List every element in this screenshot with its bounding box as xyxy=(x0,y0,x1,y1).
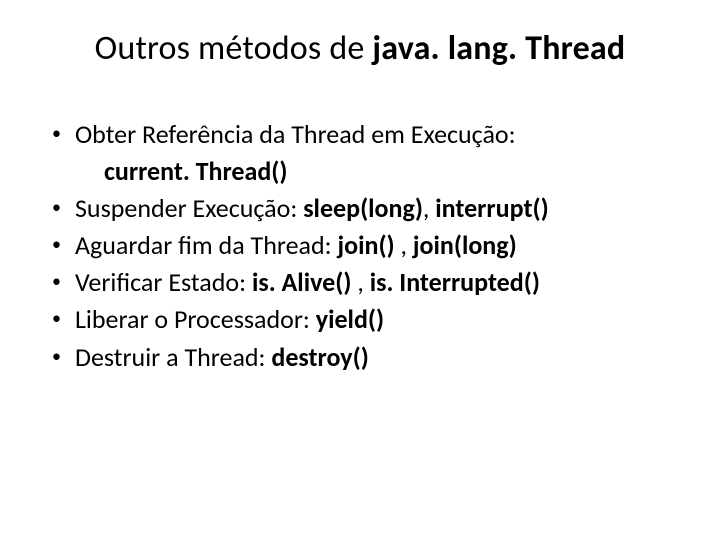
bullet-icon: • xyxy=(52,340,61,372)
slide-title: Outros métodos de java. lang. Thread xyxy=(40,28,680,69)
item-bold2: join(long) xyxy=(413,229,517,261)
item-text: Liberar o Processador: yield() xyxy=(75,302,384,337)
item-prefix: Destruir a Thread: xyxy=(75,341,271,373)
bullet-icon: • xyxy=(52,191,61,223)
item-prefix: Aguardar fim da Thread: xyxy=(75,229,338,261)
item-bold: join() xyxy=(337,229,394,261)
item-bold: is. Alive() xyxy=(252,266,351,298)
item-text: Aguardar fim da Thread: join() , join(lo… xyxy=(75,228,517,263)
bullet-icon: • xyxy=(52,265,61,297)
item-prefix: Verificar Estado: xyxy=(75,266,252,298)
item-bold: yield() xyxy=(316,303,384,335)
item-mid: , xyxy=(423,192,435,224)
item-bold: destroy() xyxy=(271,341,368,373)
item-text: Obter Referência da Thread em Execução: xyxy=(75,117,516,152)
list-item-sub: current. Thread() xyxy=(52,154,680,189)
item-prefix: Suspender Execução: xyxy=(75,192,303,224)
title-plain: Outros métodos de xyxy=(95,28,373,69)
item-bold: current. Thread() xyxy=(104,155,288,187)
item-bold2: is. Interrupted() xyxy=(370,266,540,298)
item-mid: , xyxy=(395,229,413,261)
list-item: • Obter Referência da Thread em Execução… xyxy=(52,117,680,152)
list-item: • Suspender Execução: sleep(long), inter… xyxy=(52,191,680,226)
bullet-icon: • xyxy=(52,117,61,149)
item-prefix: Liberar o Processador: xyxy=(75,303,316,335)
bullet-icon: • xyxy=(52,228,61,260)
title-bold: java. lang. Thread xyxy=(372,28,625,69)
item-mid: , xyxy=(351,266,369,298)
item-text: Destruir a Thread: destroy() xyxy=(75,340,369,375)
item-text: Suspender Execução: sleep(long), interru… xyxy=(75,191,549,226)
item-bold: sleep(long) xyxy=(303,192,423,224)
item-bold2: interrupt() xyxy=(435,192,548,224)
list-item: • Aguardar fim da Thread: join() , join(… xyxy=(52,228,680,263)
item-text: Verificar Estado: is. Alive() , is. Inte… xyxy=(75,265,540,300)
bullet-icon: • xyxy=(52,302,61,334)
list-item: • Verificar Estado: is. Alive() , is. In… xyxy=(52,265,680,300)
list-item: • Destruir a Thread: destroy() xyxy=(52,340,680,375)
bullet-list: • Obter Referência da Thread em Execução… xyxy=(40,117,680,375)
list-item: • Liberar o Processador: yield() xyxy=(52,302,680,337)
